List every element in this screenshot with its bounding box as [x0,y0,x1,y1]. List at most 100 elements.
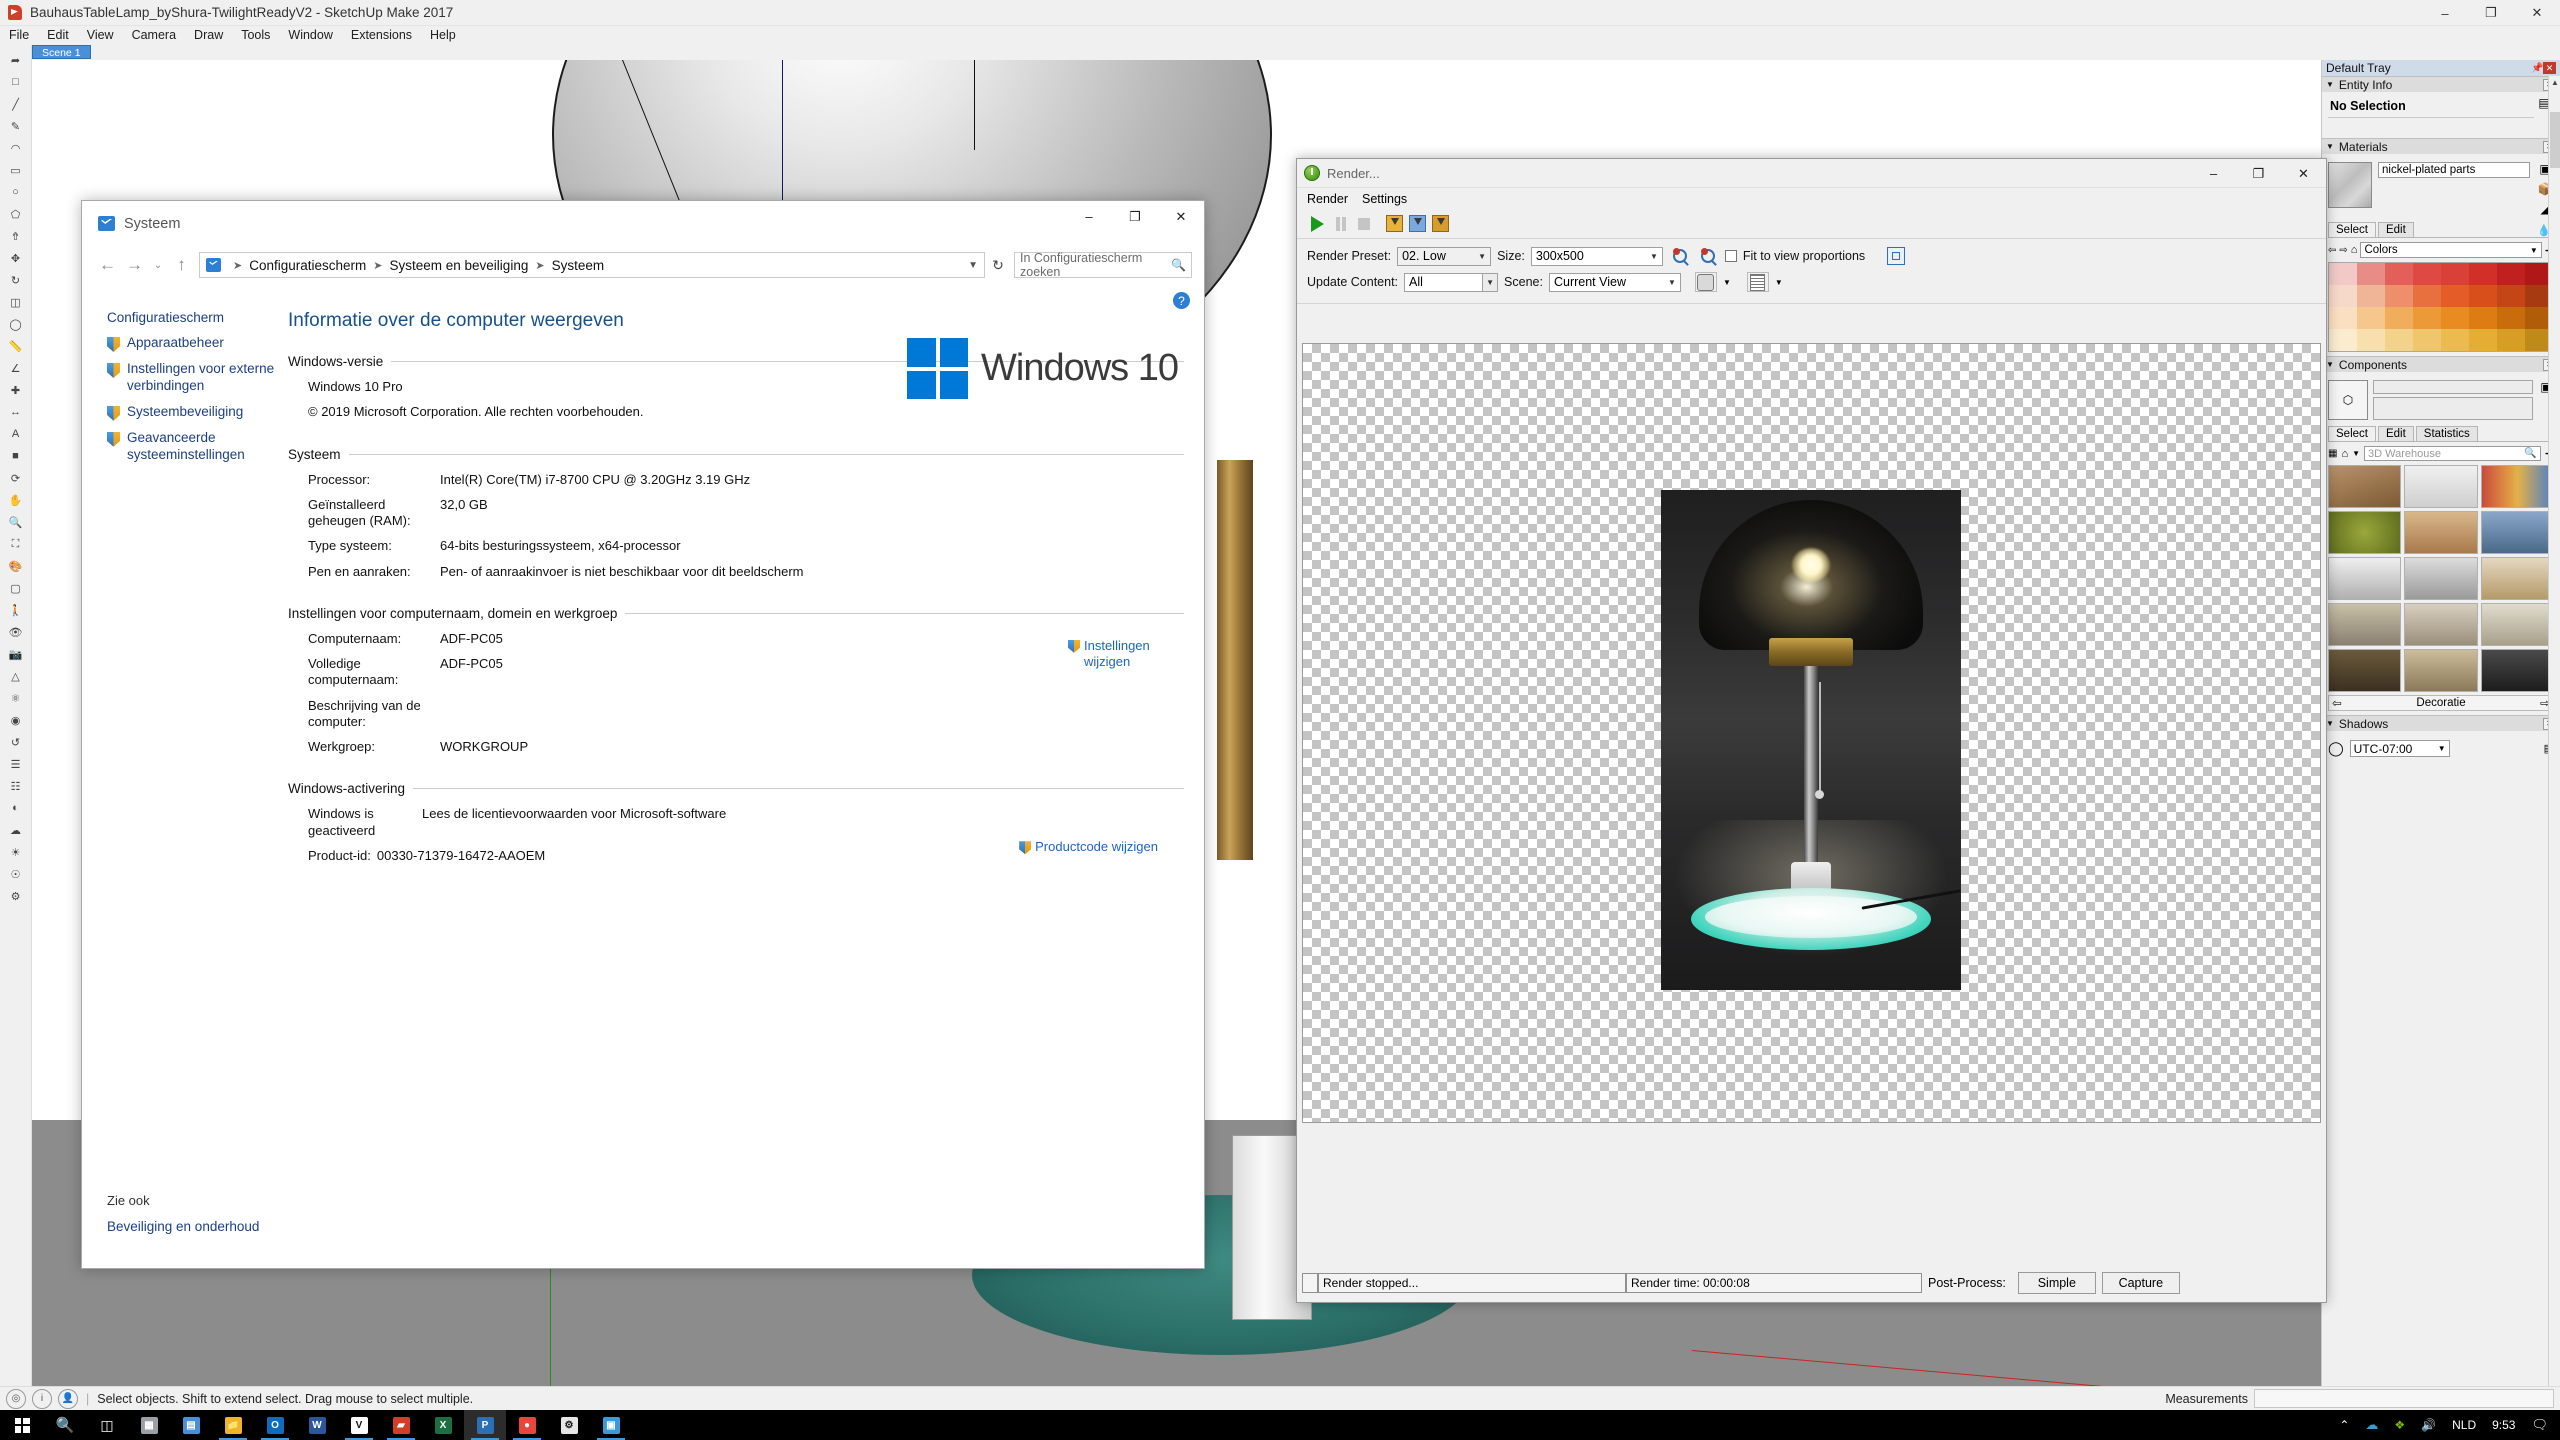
component-thumb-12[interactable] [2480,603,2554,646]
tray-scroll-up-icon[interactable]: ▲ [2550,78,2560,90]
protractor-icon[interactable]: ∠ [3,357,29,379]
measurements-input[interactable] [2254,1389,2554,1408]
pushpull-icon[interactable]: ⇮ [3,225,29,247]
nav-history-button[interactable]: ⌄ [148,252,168,279]
menu-camera[interactable]: Camera [123,26,185,45]
account-icon[interactable]: 👤 [58,1388,78,1409]
sketchup-minimize-button[interactable]: – [2422,0,2468,26]
instructor-icon[interactable]: ◎ [6,1388,26,1409]
material-swatch-2[interactable] [2385,263,2413,285]
size-chevron-icon[interactable]: ▼ [1642,252,1658,261]
paint-bucket-icon[interactable]: 🎨 [3,555,29,577]
language-indicator[interactable]: NLD [2444,1410,2484,1440]
license-terms-link[interactable]: Lees de licentievoorwaarden voor Microso… [422,806,1184,839]
material-swatch-21[interactable] [2469,307,2497,329]
taskbar-file-explorer-icon[interactable]: 📁 [212,1410,254,1440]
warehouse-search-icon[interactable]: 🔍 [2524,448,2536,459]
offset-icon[interactable]: ◯ [3,313,29,335]
material-swatch-12[interactable] [2441,285,2469,307]
material-swatch-16[interactable] [2329,307,2357,329]
shadows-caret-icon[interactable]: ▼ [2326,719,2334,728]
material-swatch-8[interactable] [2329,285,2357,307]
shadows-panel-header[interactable]: ▼ Shadows ✕ [2322,715,2560,731]
components-view-options-icon[interactable]: ▦ [2328,448,2337,459]
components-thumbnail-grid[interactable] [2328,465,2554,692]
components-panel-header[interactable]: ▼ Components ✕ [2322,356,2560,372]
systeem-minimize-button[interactable]: – [1066,201,1112,232]
tray-scrollbar[interactable]: ▲ ▼ [2548,76,2560,1410]
material-swatch-3[interactable] [2413,263,2441,285]
breadcrumb-item-0[interactable]: Configuratiescherm [249,258,366,273]
tray-scroll-thumb[interactable] [2550,112,2560,168]
circle-icon[interactable]: ○ [3,181,29,203]
breadcrumb-item-1[interactable]: Systeem en beveiliging [390,258,529,273]
material-swatch-27[interactable] [2413,329,2441,351]
scale-icon[interactable]: ◫ [3,291,29,313]
components-tab-statistics[interactable]: Statistics [2415,426,2478,441]
material-swatch-30[interactable] [2497,329,2525,351]
open-image-icon[interactable] [1430,213,1451,235]
component-thumb-11[interactable] [2404,603,2478,646]
component-thumb-7[interactable] [2328,557,2402,600]
nav-up-button[interactable]: ↑ [168,252,195,279]
components-home-icon[interactable]: ⌂ [2341,448,2348,460]
taskbar-photoshop-icon[interactable]: P [464,1410,506,1440]
update-content-combo[interactable]: All ▼ [1404,272,1499,292]
components-tab-edit[interactable]: Edit [2377,426,2414,441]
breadcrumb-address-bar[interactable]: ➤ Configuratiescherm ➤ Systeem en beveil… [199,252,985,278]
material-swatch-25[interactable] [2357,329,2385,351]
polygon-icon[interactable]: ⬠ [3,203,29,225]
xray-icon[interactable]: ☉ [3,863,29,885]
render-preset-chevron-icon[interactable]: ▼ [1470,252,1486,261]
material-swatch-1[interactable] [2357,263,2385,285]
taskbar-settings-gear-icon[interactable]: ⚙ [548,1410,590,1440]
pan-icon[interactable]: ✋ [3,489,29,511]
select-arrow-icon[interactable]: ➦ [3,49,29,71]
component-description-input[interactable] [2373,397,2533,420]
component-thumb-3[interactable] [2480,465,2554,508]
render-minimize-button[interactable]: – [2191,159,2236,188]
component-thumb-15[interactable] [2480,649,2554,692]
materials-forward-icon[interactable]: ⇨ [2339,245,2347,256]
line-icon[interactable]: ╱ [3,93,29,115]
capture-button[interactable]: Capture [2101,1272,2180,1294]
tray-chevron-icon[interactable]: ⌃ [2331,1410,2357,1440]
layers-icon[interactable]: ☰ [3,753,29,775]
position-camera-icon[interactable]: 📷 [3,643,29,665]
see-also-item-security-maintenance[interactable]: Beveiliging en onderhoud [107,1219,259,1234]
volume-icon[interactable]: 🔊 [2413,1410,2444,1440]
zoom-out-icon[interactable] [1697,246,1719,266]
material-swatch-13[interactable] [2469,285,2497,307]
systeem-maximize-button[interactable]: ❐ [1112,201,1158,232]
follow-me-icon[interactable]: ↺ [3,731,29,753]
outliner-icon[interactable]: ☷ [3,775,29,797]
rectangle-icon[interactable]: ▭ [3,159,29,181]
solid-tools-icon[interactable]: ⚛ [3,687,29,709]
orbit-icon[interactable]: ⟳ [3,467,29,489]
taskbar-search-button[interactable]: 🔍 [44,1410,86,1440]
components-pager-prev-icon[interactable]: ⇦ [2329,696,2345,710]
menu-edit[interactable]: Edit [38,26,78,45]
scene-chevron-icon[interactable]: ▼ [1660,278,1676,287]
arc-icon[interactable]: ◠ [3,137,29,159]
search-icon[interactable]: 🔍 [1171,258,1186,272]
material-swatch-14[interactable] [2497,285,2525,307]
refresh-button[interactable]: ↻ [985,252,1011,278]
component-thumb-4[interactable] [2328,511,2402,554]
simple-button[interactable]: Simple [2017,1272,2096,1294]
sidebar-item-remote-settings[interactable]: Instellingen voor externe verbindingen [107,361,282,395]
component-thumb-13[interactable] [2328,649,2402,692]
onedrive-cloud-icon[interactable]: ☁ [2357,1410,2386,1440]
component-thumb-2[interactable] [2404,465,2478,508]
material-swatch-6[interactable] [2497,263,2525,285]
eraser-icon[interactable]: □ [3,71,29,93]
systeem-close-button[interactable]: ✕ [1158,201,1204,232]
size-combo[interactable]: 300x500 ▼ [1530,246,1663,266]
render-close-button[interactable]: ✕ [2281,159,2326,188]
material-swatch-26[interactable] [2385,329,2413,351]
notification-center-icon[interactable]: 🗨 [2523,1410,2556,1440]
taskbar-clock[interactable]: 9:53 [2484,1419,2523,1432]
materials-home-icon[interactable]: ⌂ [2351,244,2358,256]
vray-render-icon[interactable]: ◉ [3,709,29,731]
fit-region-icon[interactable] [1885,246,1907,266]
